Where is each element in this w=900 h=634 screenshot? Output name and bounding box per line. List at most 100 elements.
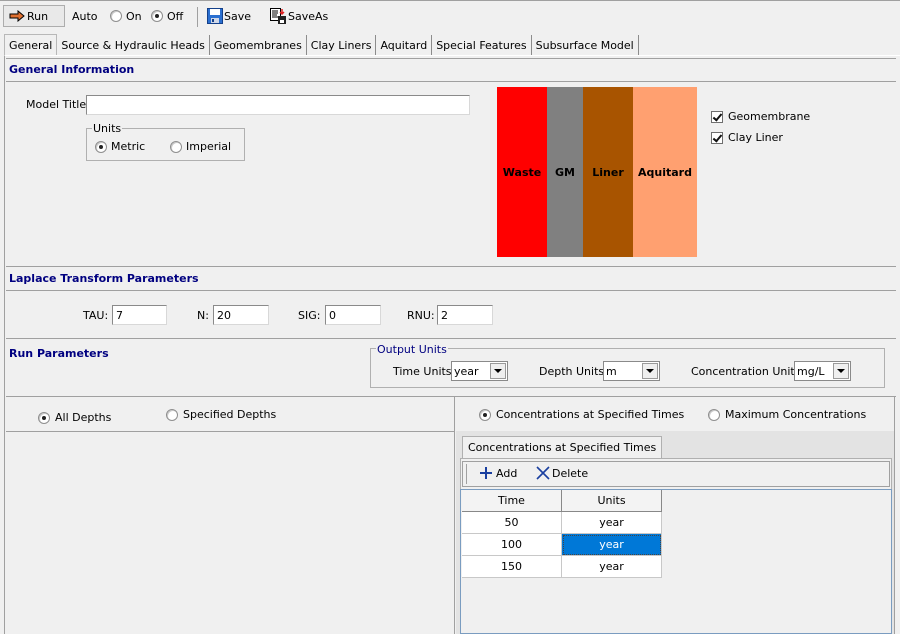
conc-units-dropdown[interactable]: mg/L	[794, 361, 851, 381]
add-label: Add	[496, 466, 518, 480]
layer-label: Waste	[502, 165, 542, 179]
auto-off-label: Off	[167, 9, 184, 23]
column-header-time[interactable]: Time	[462, 490, 562, 512]
all-depths-label: All Depths	[55, 411, 112, 424]
divider	[6, 338, 896, 339]
tab-conc-specified-times[interactable]: Concentrations at Specified Times	[462, 436, 663, 458]
run-button[interactable]: Run	[3, 5, 65, 27]
metric-label: Metric	[111, 140, 146, 153]
model-title-input[interactable]	[86, 95, 470, 115]
time-units-dropdown[interactable]: year	[451, 361, 508, 381]
tab-label: Source & Hydraulic Heads	[61, 38, 205, 52]
n-input[interactable]: 20	[213, 305, 269, 325]
grid-cell-time[interactable]: 150	[462, 556, 562, 578]
radio-icon	[110, 10, 122, 22]
tab-label: Clay Liners	[310, 38, 372, 52]
cell-value: 50	[504, 516, 519, 529]
sig-input[interactable]: 0	[325, 305, 381, 325]
geomembrane-label: Geomembrane	[728, 110, 811, 123]
chevron-down-icon	[490, 363, 506, 379]
clay-liner-label: Clay Liner	[728, 131, 783, 144]
max-conc-radio[interactable]: Maximum Concentrations	[708, 408, 866, 421]
geomembrane-checkbox[interactable]: Geomembrane	[711, 110, 810, 123]
units-metric-radio[interactable]: Metric	[95, 140, 145, 153]
save-as-button[interactable]: SaveAs	[270, 5, 328, 27]
tab-label: Subsurface Model	[535, 38, 634, 52]
column-header-units[interactable]: Units	[562, 490, 662, 512]
rnu-input[interactable]: 2	[437, 305, 493, 325]
radio-selected-icon	[38, 411, 50, 424]
cell-value: year	[599, 538, 624, 551]
grid-cell-time[interactable]: 100	[462, 534, 562, 556]
toolbar-separator	[197, 7, 198, 27]
checkbox-checked-icon	[711, 110, 723, 123]
depth-units-value: m	[606, 364, 617, 378]
splitter[interactable]	[454, 396, 455, 634]
save-button[interactable]: Save	[207, 5, 251, 27]
auto-off-radio[interactable]: Off	[151, 5, 183, 27]
conc-specified-times-label: Concentrations at Specified Times	[496, 408, 685, 421]
output-units-label: Output Units	[376, 343, 448, 356]
tab-label: Geomembranes	[213, 38, 302, 52]
add-button[interactable]: Add	[479, 466, 517, 480]
cell-value: year	[599, 516, 624, 529]
divider	[894, 396, 895, 634]
chevron-down-icon	[642, 363, 658, 379]
grid-toolbar	[462, 461, 890, 487]
tab-source-hydraulic-heads[interactable]: Source & Hydraulic Heads	[57, 35, 210, 55]
n-label: N:	[197, 309, 209, 322]
cell-value: year	[599, 560, 624, 573]
tab-label: Special Features	[436, 38, 527, 52]
checkbox-checked-icon	[711, 131, 723, 144]
tab-label: Aquitard	[380, 38, 428, 52]
tau-input[interactable]: 7	[112, 305, 167, 325]
imperial-label: Imperial	[186, 140, 232, 153]
radio-icon	[708, 408, 720, 421]
arrow-right-icon	[9, 10, 25, 22]
layer-label: Liner	[592, 165, 624, 179]
depth-units-label: Depth Units:	[539, 365, 608, 378]
toolbar-grip	[466, 464, 467, 484]
run-label: Run	[27, 9, 49, 23]
grid-cell-units[interactable]: year	[562, 556, 662, 578]
column-label: Units	[597, 494, 626, 507]
column-label: Time	[498, 494, 525, 507]
specified-depths-radio[interactable]: Specified Depths	[166, 408, 276, 421]
tab-geomembranes[interactable]: Geomembranes	[209, 35, 307, 55]
toolbar: Run Auto On Off Save SaveAs	[0, 0, 900, 32]
depth-units-dropdown[interactable]: m	[603, 361, 660, 381]
tab-general[interactable]: General	[4, 34, 58, 55]
all-depths-radio[interactable]: All Depths	[38, 411, 111, 424]
layer-label: GM	[555, 165, 575, 179]
layer-aquitard: Aquitard	[633, 87, 697, 257]
save-as-icon	[270, 8, 286, 24]
tab-clay-liners[interactable]: Clay Liners	[306, 35, 377, 55]
tab-subsurface-model[interactable]: Subsurface Model	[531, 35, 639, 55]
units-imperial-radio[interactable]: Imperial	[170, 140, 231, 153]
clay-liner-checkbox[interactable]: Clay Liner	[711, 131, 783, 144]
auto-on-radio[interactable]: On	[110, 5, 142, 27]
save-label: Save	[224, 9, 252, 23]
delete-button[interactable]: Delete	[536, 466, 588, 480]
conc-specified-times-radio[interactable]: Concentrations at Specified Times	[479, 408, 684, 421]
grid-cell-units[interactable]: year	[562, 512, 662, 534]
plus-icon	[480, 467, 492, 479]
layer-gm: GM	[547, 87, 583, 257]
divider	[6, 431, 454, 432]
tab-special-features[interactable]: Special Features	[432, 35, 532, 55]
model-title-label: Model Title:	[26, 98, 90, 111]
cell-value: 100	[501, 538, 522, 551]
grid-cell-units-selected[interactable]: year	[562, 534, 662, 556]
cell-value: 150	[501, 560, 522, 573]
max-conc-label: Maximum Concentrations	[725, 408, 867, 421]
close-icon	[536, 466, 550, 480]
save-as-label: SaveAs	[288, 9, 329, 23]
conc-units-value: mg/L	[797, 364, 825, 378]
tab-label: General	[9, 38, 53, 52]
layer-waste: Waste	[497, 87, 547, 257]
grid-cell-time[interactable]: 50	[462, 512, 562, 534]
auto-label: Auto	[72, 10, 98, 23]
tab-aquitard[interactable]: Aquitard	[376, 35, 433, 55]
radio-icon	[170, 140, 182, 153]
layer-liner: Liner	[583, 87, 633, 257]
